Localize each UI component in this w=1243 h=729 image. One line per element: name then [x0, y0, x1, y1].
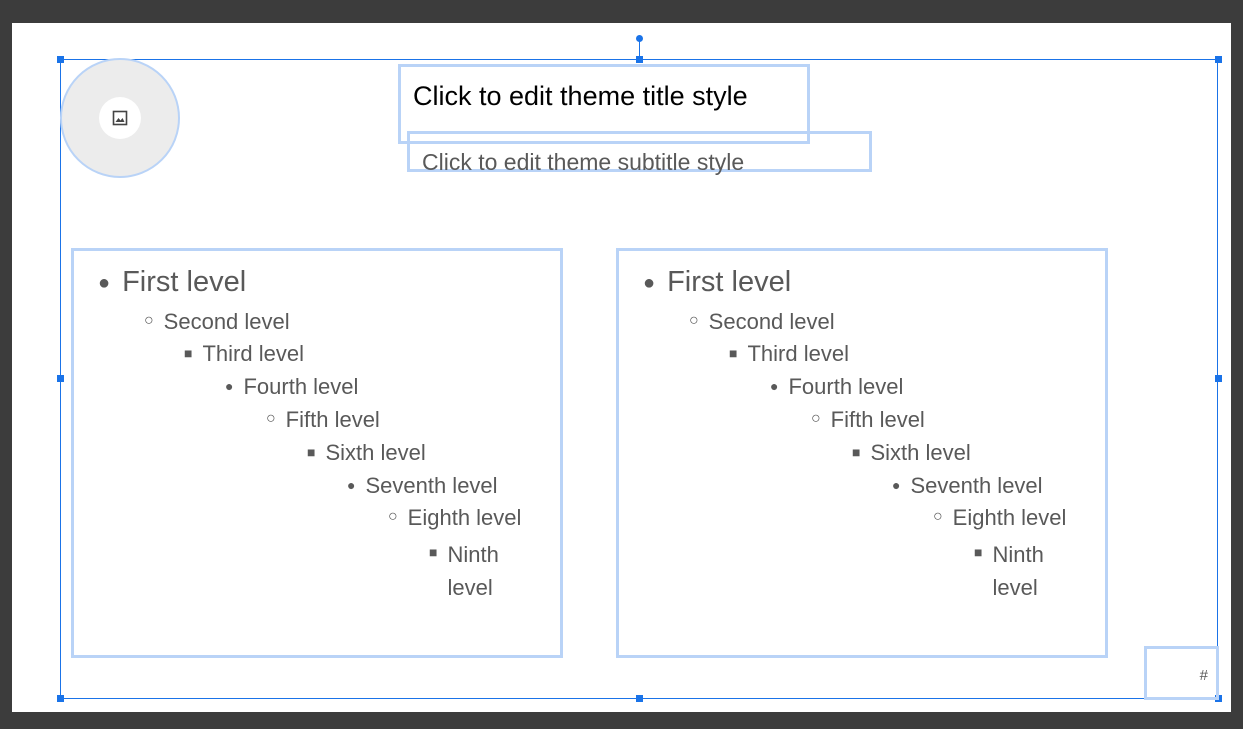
body-placeholder-right[interactable]: ● First level ○ Second level ■ Third lev… [616, 248, 1108, 658]
slide-number-placeholder[interactable]: # [1144, 646, 1219, 700]
resize-handle-right[interactable] [1215, 375, 1222, 382]
list-item-level-7: ● Seventh level [892, 473, 1043, 498]
image-placeholder[interactable] [60, 58, 180, 178]
list-item-level-4: ● Fourth level [770, 374, 904, 399]
list-item-level-1: ● First level [98, 266, 247, 298]
list-item-level-6: ■ Sixth level [852, 440, 971, 465]
resize-handle-top-right[interactable] [1215, 56, 1222, 63]
resize-handle-left[interactable] [57, 375, 64, 382]
list-item-level-2: ○ Second level [144, 309, 290, 334]
list-item-level-2: ○ Second level [689, 309, 835, 334]
rotation-handle[interactable] [636, 35, 643, 42]
slide-number: # [1199, 667, 1208, 684]
list-item-level-5: ○ Fifth level [811, 407, 925, 432]
body-placeholder-left[interactable]: ● First level ○ Second level ■ Third lev… [71, 248, 563, 658]
resize-handle-top[interactable] [636, 56, 643, 63]
list-item-level-4: ● Fourth level [225, 374, 359, 399]
resize-handle-bottom[interactable] [636, 695, 643, 702]
resize-handle-bottom-left[interactable] [57, 695, 64, 702]
subtitle-text: Click to edit theme subtitle style [422, 149, 745, 175]
list-item-level-8: ○ Eighth level [388, 505, 522, 530]
list-item-level-3: ■ Third level [729, 341, 849, 366]
list-item-level-9: ■ Ninth level [429, 542, 499, 600]
title-text: Click to edit theme title style [413, 81, 748, 111]
list-item-level-5: ○ Fifth level [266, 407, 380, 432]
image-icon[interactable] [99, 97, 141, 139]
list-item-level-7: ● Seventh level [347, 473, 498, 498]
resize-handle-top-left[interactable] [57, 56, 64, 63]
list-item-level-3: ■ Third level [184, 341, 304, 366]
list-item-level-9: ■ Ninth level [974, 542, 1044, 600]
list-item-level-6: ■ Sixth level [307, 440, 426, 465]
slide-canvas[interactable]: Click to edit theme title style Click to… [12, 23, 1231, 712]
list-item-level-1: ● First level [643, 266, 792, 298]
list-item-level-8: ○ Eighth level [933, 505, 1067, 530]
